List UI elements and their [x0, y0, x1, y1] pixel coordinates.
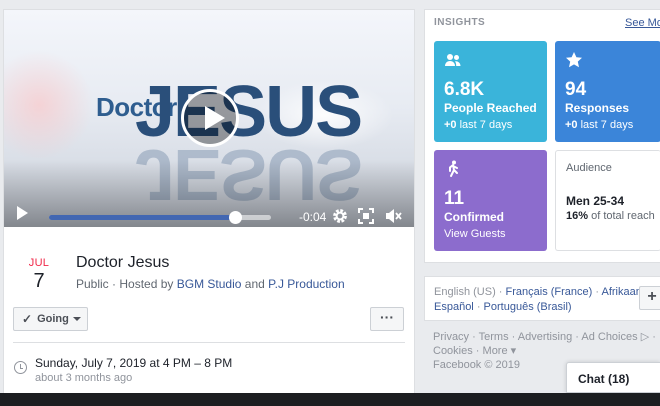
people-icon	[445, 54, 461, 66]
video-play-button[interactable]	[181, 89, 239, 147]
walking-person-icon	[449, 160, 458, 177]
event-month: JUL	[28, 257, 50, 269]
fullscreen-icon[interactable]	[357, 207, 375, 225]
event-hosts: Public · Hosted by BGM Studio and P.J Pr…	[76, 277, 345, 291]
view-guests-link[interactable]: View Guests	[444, 228, 506, 240]
bottom-bar	[0, 393, 660, 406]
footer-line-1: Privacy · Terms · Advertising · Ad Choic…	[433, 331, 656, 343]
confirmed-value: 11	[444, 188, 465, 209]
insights-panel: INSIGHTS See More 6.8K People Reached +0…	[424, 9, 660, 263]
footer-link-more[interactable]: More	[483, 345, 508, 357]
confirmed-label: Confirmed	[444, 210, 504, 224]
going-label: Going	[37, 313, 69, 325]
language-option-es[interactable]: Español	[434, 301, 474, 313]
insights-heading: INSIGHTS	[434, 17, 486, 28]
people-reached-label: People Reached	[444, 101, 537, 115]
people-reached-tile[interactable]: 6.8K People Reached +0 last 7 days	[434, 41, 547, 142]
video-player[interactable]: Doctor JESUS JESUS -0:04	[4, 10, 414, 227]
ad-choices-icon: ▷	[640, 331, 650, 343]
gear-icon[interactable]	[331, 207, 349, 225]
going-button[interactable]: ✓ Going	[13, 307, 88, 331]
caret-down-icon: ▾	[510, 345, 517, 357]
language-panel: English (US) · Français (France) · Afrik…	[424, 276, 660, 321]
responses-tile[interactable]: 94 Responses +0 last 7 days	[555, 41, 660, 142]
footer-link-terms[interactable]: Terms	[479, 331, 509, 343]
play-icon[interactable]	[17, 206, 28, 220]
event-date: JUL 7	[23, 257, 55, 293]
event-card: Doctor JESUS JESUS -0:04 JUL 7	[3, 9, 415, 395]
language-line-1: English (US) · Français (France) · Afrik…	[434, 286, 648, 298]
event-title: Doctor Jesus	[76, 254, 170, 271]
language-line-2: Español · Português (Brasil)	[434, 301, 572, 313]
confirmed-tile[interactable]: 11 Confirmed View Guests	[434, 150, 547, 251]
star-icon	[566, 52, 582, 68]
video-progress-fill	[49, 215, 236, 220]
hosted-by-label: · Hosted by	[112, 277, 174, 291]
divider	[13, 342, 405, 343]
people-reached-value: 6.8K	[444, 79, 485, 100]
mute-icon[interactable]	[384, 207, 402, 225]
current-language: English (US)	[434, 286, 496, 298]
video-progress-knob[interactable]	[229, 211, 243, 224]
people-reached-delta: +0 last 7 days	[444, 119, 513, 131]
language-option-fr[interactable]: Français (France)	[506, 286, 593, 298]
clock-icon	[14, 361, 27, 374]
responses-value: 94	[565, 79, 587, 100]
responses-delta: +0 last 7 days	[565, 119, 634, 131]
audience-share: 16% of total reach	[566, 210, 655, 222]
audience-tile[interactable]: Audience Men 25-34 16% of total reach	[555, 150, 660, 251]
video-glare	[4, 50, 94, 160]
add-language-button[interactable]: +	[639, 286, 660, 310]
footer-link-privacy[interactable]: Privacy	[433, 331, 469, 343]
more-options-button[interactable]: ···	[370, 307, 404, 331]
video-controls: -0:04	[4, 198, 414, 227]
chat-tab[interactable]: Chat (18)	[566, 362, 660, 393]
video-progress-bar[interactable]	[49, 211, 271, 224]
see-more-link[interactable]: See More	[625, 17, 660, 29]
audience-main: Men 25-34	[566, 194, 625, 208]
event-datetime: Sunday, July 7, 2019 at 4 PM – 8 PM	[35, 356, 233, 370]
event-day: 7	[33, 270, 45, 292]
host-link-1[interactable]: BGM Studio	[177, 277, 242, 291]
footer-link-advertising[interactable]: Advertising	[518, 331, 572, 343]
event-relative-time: about 3 months ago	[35, 372, 133, 384]
host-link-2[interactable]: P.J Production	[268, 277, 345, 291]
footer-line-2: Cookies · More ▾	[433, 345, 517, 357]
audience-heading: Audience	[566, 162, 612, 174]
event-visibility: Public	[76, 277, 109, 291]
check-icon: ✓	[22, 312, 33, 326]
chevron-down-icon	[72, 317, 81, 321]
responses-label: Responses	[565, 101, 630, 115]
and-label: and	[244, 277, 265, 291]
video-time-remaining: -0:04	[299, 210, 327, 224]
footer-link-ad-choices[interactable]: Ad Choices	[581, 331, 637, 343]
language-option-pt[interactable]: Português (Brasil)	[484, 301, 572, 313]
footer-link-cookies[interactable]: Cookies	[433, 345, 473, 357]
